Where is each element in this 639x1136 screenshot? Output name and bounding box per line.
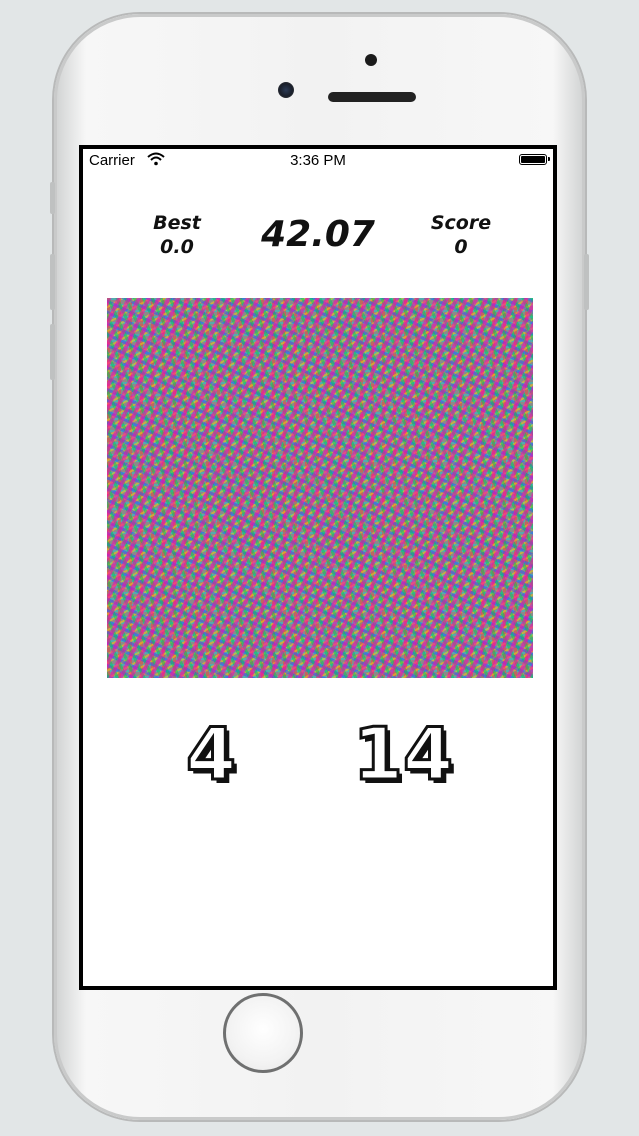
- score-value: 0: [454, 236, 468, 258]
- front-camera-icon: [278, 82, 294, 98]
- mute-switch: [50, 182, 55, 214]
- earpiece-speaker: [328, 92, 416, 102]
- answer-button-right[interactable]: 14: [333, 709, 473, 799]
- home-button[interactable]: [223, 993, 303, 1073]
- best-score-panel: Best 0.0: [141, 211, 213, 259]
- screen: Carrier 3:36 PM Best 0.0 42.07 Score 0 4…: [79, 145, 557, 990]
- proximity-sensor: [365, 54, 377, 66]
- score-label: Score: [430, 212, 492, 234]
- stereogram-image: [107, 298, 533, 678]
- battery-icon: [519, 154, 550, 165]
- volume-down-button: [50, 324, 55, 380]
- power-button: [584, 254, 589, 310]
- best-label: Best: [153, 212, 201, 234]
- status-bar: Carrier 3:36 PM: [83, 149, 553, 171]
- timer: 42.07: [261, 214, 375, 255]
- app-view: Carrier 3:36 PM Best 0.0 42.07 Score 0 4…: [83, 149, 553, 986]
- answer-button-left[interactable]: 4: [141, 709, 281, 799]
- status-time: 3:36 PM: [290, 152, 346, 169]
- volume-up-button: [50, 254, 55, 310]
- score-panel: Score 0: [421, 211, 501, 259]
- best-value: 0.0: [160, 236, 194, 258]
